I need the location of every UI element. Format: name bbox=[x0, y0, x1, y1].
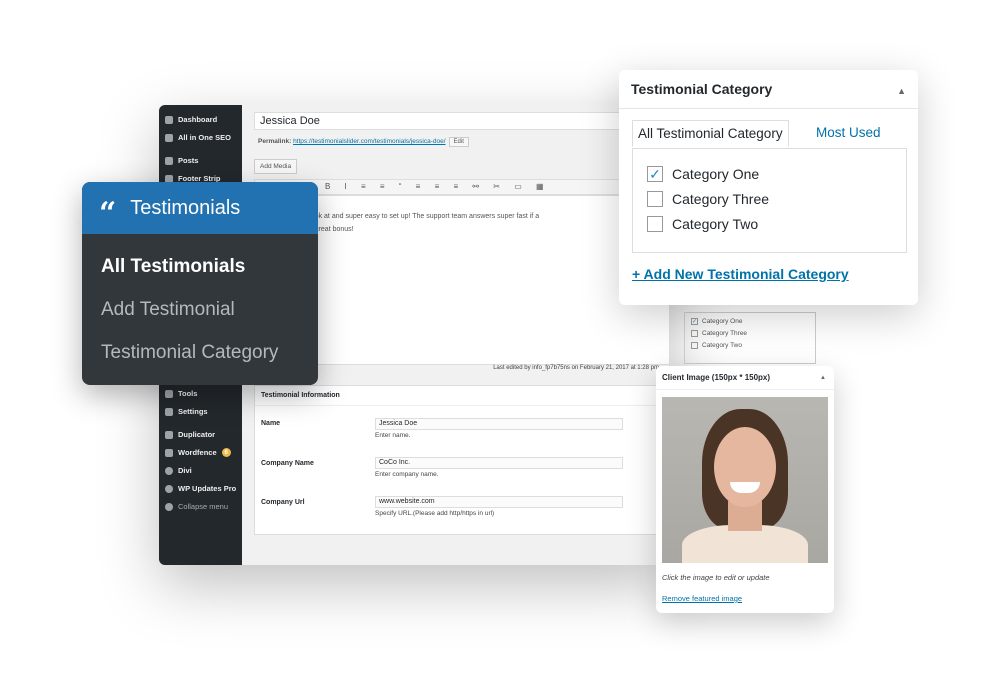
pin-icon bbox=[165, 156, 173, 165]
shield-icon bbox=[165, 133, 173, 142]
panel-title: Client Image (150px * 150px) bbox=[656, 366, 834, 390]
label: Duplicator bbox=[178, 430, 216, 439]
wordfence-icon bbox=[165, 448, 173, 457]
content-text: so gorgeous to look at and super easy to… bbox=[261, 213, 540, 220]
permalink: Permalink: https://testimonialslider.com… bbox=[258, 137, 469, 147]
company-url-field[interactable]: www.website.com bbox=[375, 496, 623, 508]
client-photo[interactable] bbox=[662, 397, 828, 563]
tab-most-used[interactable]: Most Used bbox=[816, 125, 881, 140]
label: Wordfence bbox=[178, 448, 217, 457]
label: Category One bbox=[672, 166, 760, 182]
category-item[interactable]: Category Two bbox=[647, 216, 758, 232]
divi-icon bbox=[165, 466, 173, 475]
sidebar-item-wordfence[interactable]: Wordfence 6 bbox=[165, 448, 231, 457]
info-title: Testimonial Information bbox=[255, 386, 669, 406]
name-label: Name bbox=[261, 420, 281, 427]
label: Collapse menu bbox=[178, 502, 229, 511]
sidebar-item-divi[interactable]: Divi bbox=[165, 466, 192, 475]
photo-face bbox=[714, 427, 776, 507]
category-item[interactable]: ✓ Category One bbox=[647, 166, 759, 182]
sidebar-item-dashboard[interactable]: Dashboard bbox=[165, 115, 217, 124]
permalink-label: Permalink: bbox=[258, 138, 292, 145]
label: Category Three bbox=[672, 191, 770, 207]
label: WP Updates Pro bbox=[178, 484, 237, 493]
collapse-menu[interactable]: Collapse menu bbox=[165, 502, 228, 511]
collapse-arrow-icon[interactable]: ▲ bbox=[897, 86, 906, 96]
dashboard-icon bbox=[165, 115, 173, 124]
testimonials-menu: “ Testimonials All Testimonials Add Testi… bbox=[82, 182, 318, 385]
sidebar-item-duplicator[interactable]: Duplicator bbox=[165, 430, 215, 439]
label: Posts bbox=[178, 156, 199, 165]
checkbox-icon[interactable] bbox=[691, 342, 698, 349]
company-url-label: Company Url bbox=[261, 499, 305, 506]
collapse-icon bbox=[165, 502, 173, 511]
menu-item-add-testimonial[interactable]: Add Testimonial bbox=[101, 299, 235, 321]
menu-header[interactable]: “ Testimonials bbox=[82, 182, 318, 234]
category-list: ✓ Category One Category Three Category Tw… bbox=[632, 148, 907, 253]
label: Settings bbox=[178, 407, 208, 416]
testimonial-info-box: Testimonial Information Name Jessica Doe… bbox=[254, 385, 669, 535]
company-name-label: Company Name bbox=[261, 460, 314, 467]
label: Category One bbox=[702, 318, 743, 325]
checkbox-icon[interactable] bbox=[691, 330, 698, 337]
remove-image-link[interactable]: Remove featured image bbox=[662, 594, 742, 603]
add-media-button[interactable]: Add Media bbox=[254, 159, 298, 174]
category-item[interactable]: Category Three bbox=[647, 191, 769, 207]
checkbox-checked-icon[interactable]: ✓ bbox=[691, 318, 698, 325]
name-hint: Enter name. bbox=[375, 432, 411, 439]
name-field[interactable]: Jessica Doe bbox=[375, 418, 623, 430]
sidebar-item-posts[interactable]: Posts bbox=[165, 156, 198, 165]
label: All in One SEO bbox=[178, 133, 231, 142]
title-input[interactable]: Jessica Doe bbox=[254, 112, 634, 130]
label: Divi bbox=[178, 466, 192, 475]
edit-permalink-button[interactable]: Edit bbox=[448, 137, 469, 147]
background-category-list: ✓ Category One Category Three Category Tw… bbox=[684, 312, 816, 364]
menu-title: Testimonials bbox=[130, 196, 241, 219]
sidebar-item-tools[interactable]: Tools bbox=[165, 389, 197, 398]
label: Tools bbox=[178, 389, 198, 398]
share-icon bbox=[165, 430, 173, 439]
menu-item-testimonial-category[interactable]: Testimonial Category bbox=[101, 342, 278, 364]
label: Category Three bbox=[702, 330, 748, 337]
collapse-arrow-icon[interactable]: ▲ bbox=[820, 375, 826, 381]
menu-item-all-testimonials[interactable]: All Testimonials bbox=[101, 256, 245, 278]
client-image-panel: Client Image (150px * 150px) ▲ Click the… bbox=[656, 366, 834, 613]
company-name-hint: Enter company name. bbox=[375, 471, 439, 478]
company-name-field[interactable]: CoCo Inc. bbox=[375, 457, 623, 469]
update-badge: 6 bbox=[221, 448, 231, 457]
wrench-icon bbox=[165, 389, 173, 398]
sidebar-item-seo[interactable]: All in One SEO bbox=[165, 133, 231, 142]
tab-all-categories[interactable]: All Testimonial Category bbox=[632, 120, 789, 147]
checkbox-icon[interactable] bbox=[647, 216, 663, 232]
checkbox-checked-icon[interactable]: ✓ bbox=[647, 166, 663, 182]
content-text: raised which is a great bonus! bbox=[261, 226, 354, 233]
label: Dashboard bbox=[178, 115, 218, 124]
settings-icon bbox=[165, 407, 173, 416]
label: Category Two bbox=[672, 216, 759, 232]
testimonial-category-panel: Testimonial Category ▲ All Testimonial C… bbox=[619, 70, 918, 305]
checkbox-icon[interactable] bbox=[647, 191, 663, 207]
permalink-link[interactable]: https://testimonialslider.com/testimonia… bbox=[293, 138, 445, 145]
sidebar-item-wp-updates-pro[interactable]: WP Updates Pro bbox=[165, 484, 236, 493]
image-caption: Click the image to edit or update bbox=[662, 573, 770, 582]
sidebar-item-settings[interactable]: Settings bbox=[165, 407, 208, 416]
panel-title: Testimonial Category bbox=[619, 70, 918, 109]
quote-icon: “ bbox=[99, 196, 117, 231]
last-edited: Last edited by info_fp7b75ns on February… bbox=[493, 365, 659, 371]
company-url-hint: Specify URL.(Please add http/https in ur… bbox=[375, 510, 495, 517]
label: Category Two bbox=[702, 342, 742, 349]
gear-icon bbox=[165, 484, 173, 493]
add-category-link[interactable]: + Add New Testimonial Category bbox=[632, 266, 849, 282]
